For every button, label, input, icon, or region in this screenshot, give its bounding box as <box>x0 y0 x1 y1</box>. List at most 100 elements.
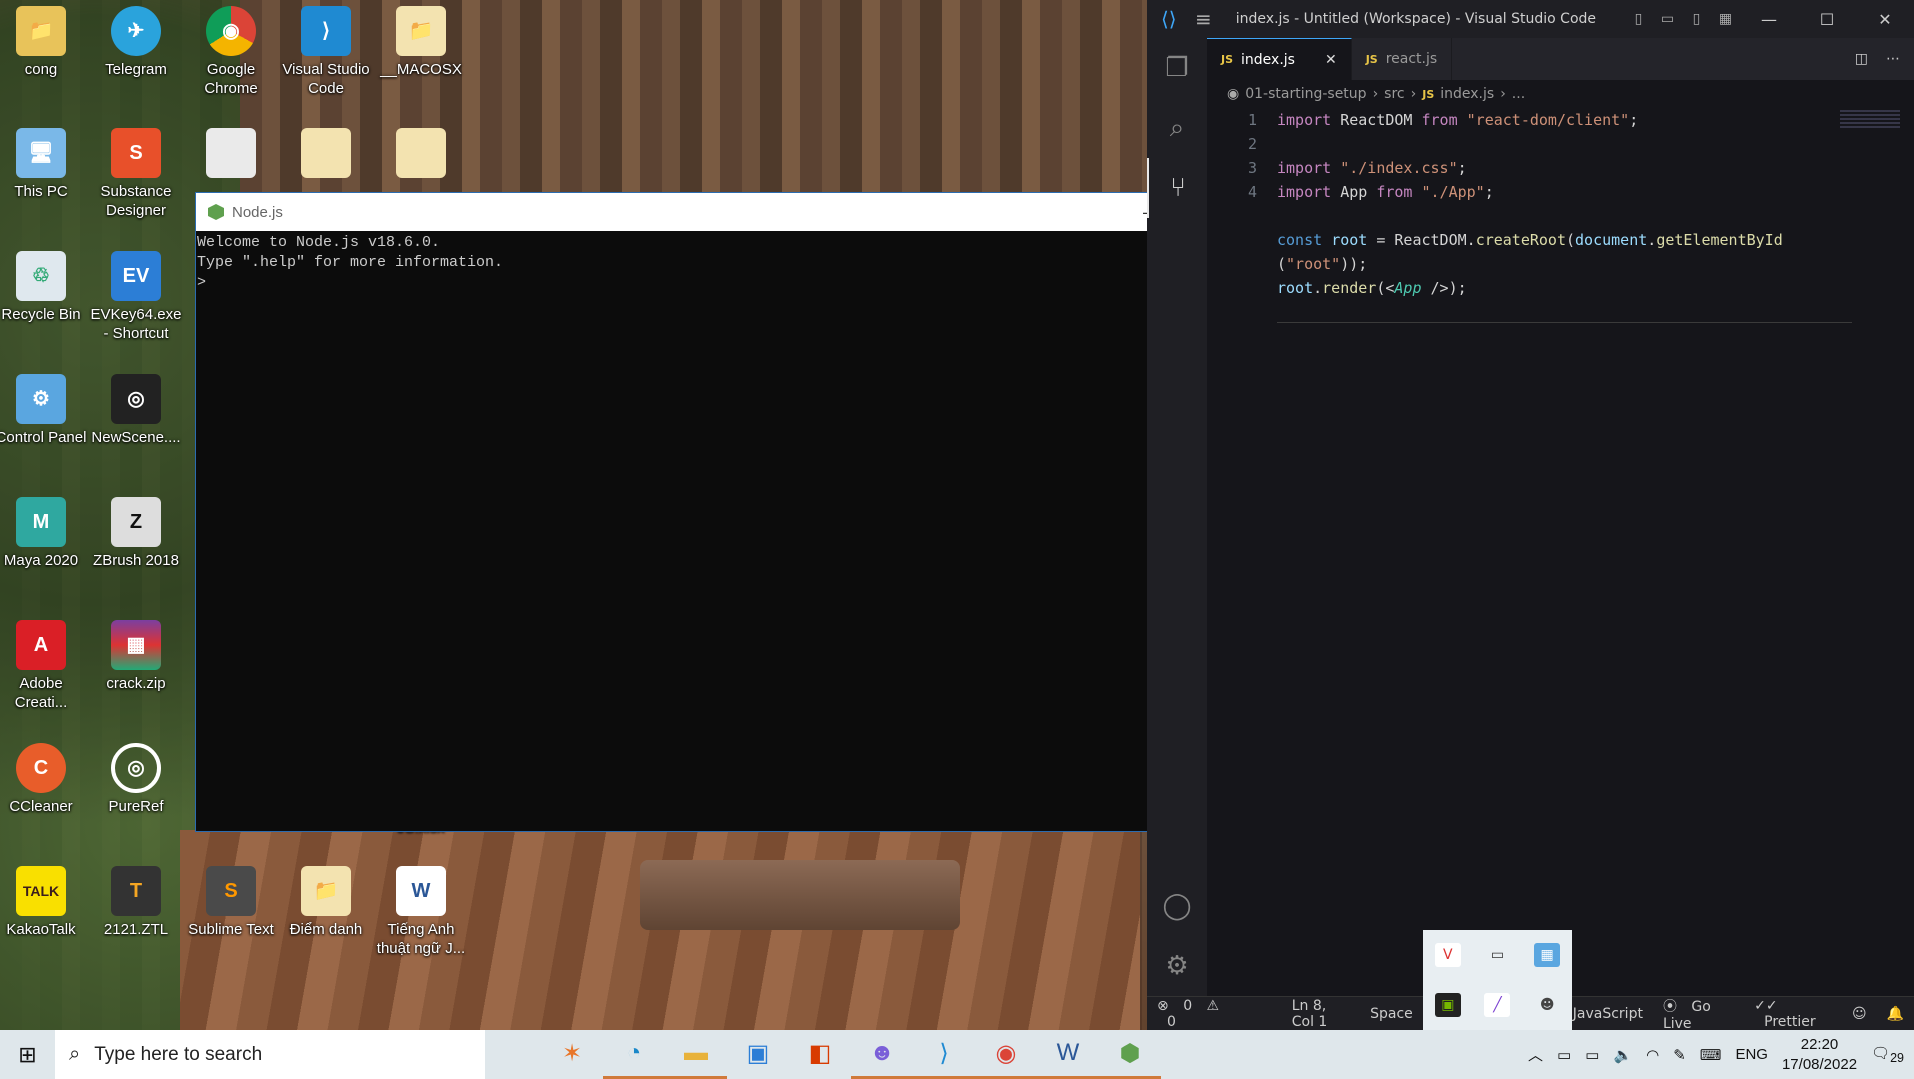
chrome-icon: ◉ <box>206 6 256 56</box>
ccleaner-icon: C <box>16 743 66 793</box>
desktop-icon-tieng-anh[interactable]: W Tiếng Anh thuật ngữ J... <box>375 860 467 958</box>
code-editor[interactable]: 1 import ReactDOM from "react-dom/client"… <box>1207 108 1914 996</box>
desktop-icon-vscode[interactable]: ⟩ Visual Studio Code <box>280 0 372 98</box>
source-control-icon[interactable]: ⑂ <box>1147 158 1207 218</box>
explorer-icon[interactable]: ❐ <box>1147 38 1207 98</box>
notifications-bell-icon[interactable]: 🔔 <box>1877 1006 1914 1022</box>
wifi-icon[interactable]: ◠ <box>1646 1046 1659 1064</box>
more-actions-icon[interactable]: ⋯ <box>1886 51 1900 67</box>
nodejs-console-window[interactable]: Node.js — ☐ ✕ Welcome to Node.js v18.6.0… <box>195 192 1298 832</box>
desktop-icon-control-panel[interactable]: ⚙ Control Panel <box>0 368 87 447</box>
language-mode[interactable]: JavaScript <box>1563 1006 1653 1022</box>
desktop-icon-this-pc[interactable]: 🖥 This PC <box>0 122 87 201</box>
meet-now-icon[interactable]: ▭ <box>1557 1046 1571 1064</box>
windows-start-button[interactable]: ⊞ <box>0 1030 55 1079</box>
nvidia-icon[interactable]: ▣ <box>1434 993 1461 1017</box>
desktop-icon-files-1[interactable] <box>185 122 277 182</box>
split-editor-icon[interactable]: ◫ <box>1855 51 1868 67</box>
gear-icon[interactable]: ⚙ <box>1147 936 1207 996</box>
desktop-icon-files-3[interactable] <box>375 122 467 182</box>
desktop-icon-crack-zip[interactable]: ▦ crack.zip <box>90 614 182 693</box>
pen-icon[interactable]: ╱ <box>1484 993 1511 1017</box>
hamburger-menu-icon[interactable]: ≡ <box>1195 7 1212 31</box>
account-icon[interactable]: ◯ <box>1147 876 1207 936</box>
desktop-icon-diem-danh[interactable]: 📁 Điểm danh <box>280 860 372 939</box>
nodejs-icon[interactable]: ⬢ <box>1099 1030 1161 1079</box>
desktop-icon-pureref[interactable]: ◎ PureRef <box>90 737 182 816</box>
input-language[interactable]: ENG <box>1735 1046 1768 1063</box>
search-icon: ⌕ <box>69 1043 81 1065</box>
breadcrumb-item[interactable]: index.js <box>1440 86 1494 102</box>
desktop-icon-recycle-bin[interactable]: ♲ Recycle Bin <box>0 245 87 324</box>
window-titlebar[interactable]: Node.js — ☐ ✕ <box>196 193 1297 231</box>
toggle-secondary-sidebar-icon[interactable]: ▯ <box>1682 11 1711 27</box>
close-tab-icon[interactable]: ✕ <box>1325 52 1337 68</box>
discord-icon[interactable]: ☻ <box>1534 993 1560 1017</box>
desktop-icon-maya[interactable]: M Maya 2020 <box>0 491 87 570</box>
desktop-icon-substance[interactable]: S Substance Designer <box>90 122 182 220</box>
toggle-sidebar-icon[interactable]: ▯ <box>1624 11 1653 27</box>
feedback-icon[interactable]: ☺ <box>1842 1006 1877 1022</box>
maximize-button[interactable]: ☐ <box>1798 10 1856 29</box>
desktop-icon-adobe-cc[interactable]: A Adobe Creati... <box>0 614 87 712</box>
go-live-button[interactable]: ⦿ Go Live <box>1653 996 1744 1032</box>
desktop-icon-2121ztl[interactable]: T 2121.ZTL <box>90 860 182 939</box>
volume-icon[interactable]: 🔈 <box>1613 1046 1632 1064</box>
network-monitor-icon[interactable]: ▦ <box>1534 943 1561 967</box>
clock[interactable]: 22:20 17/08/2022 <box>1782 1035 1857 1075</box>
notification-center-button[interactable]: 🗨29 <box>1871 1044 1904 1065</box>
tab-index-js[interactable]: JS index.js ✕ <box>1207 38 1352 80</box>
console-output[interactable]: Welcome to Node.js v18.6.0. Type ".help" … <box>196 231 1277 831</box>
tab-react-js[interactable]: JS react.js <box>1352 38 1453 80</box>
desktop-icon-label: cong <box>24 61 58 78</box>
desktop-icon-telegram[interactable]: ✈ Telegram <box>90 0 182 79</box>
breadcrumb-item[interactable]: 01-starting-setup <box>1245 86 1366 102</box>
pen-workspace-icon[interactable]: ✎ <box>1673 1046 1686 1064</box>
minimize-button[interactable]: — <box>1740 10 1798 29</box>
discord-icon[interactable]: ☻ <box>851 1030 913 1079</box>
desktop-icon-cong[interactable]: 📁 cong <box>0 0 87 79</box>
desktop-icon-label: crack.zip <box>106 675 166 692</box>
breadcrumb-item[interactable]: src <box>1384 86 1404 102</box>
office-icon[interactable]: ◧ <box>789 1030 851 1079</box>
desktop-icon-kakaotalk[interactable]: TALK KakaoTalk <box>0 860 87 939</box>
desktop-icon-macosx[interactable]: 📁 __MACOSX <box>375 0 467 79</box>
desktop-icon-evkey[interactable]: EV EVKey64.exe - Shortcut <box>90 245 182 343</box>
desktop-icon-label: PureRef <box>108 798 164 815</box>
desktop-icon-zbrush[interactable]: Z ZBrush 2018 <box>90 491 182 570</box>
vscode-window[interactable]: ⟨⟩ ≡ index.js - Untitled (Workspace) - V… <box>1147 0 1914 1032</box>
desktop-icon-ccleaner[interactable]: C CCleaner <box>0 737 87 816</box>
edge-icon[interactable]: ◔ <box>603 1030 665 1079</box>
breadcrumb-item[interactable]: ... <box>1512 86 1525 102</box>
figure-app-icon[interactable]: ✶ <box>541 1030 603 1079</box>
current-line-highlight <box>1277 322 1852 323</box>
vscode-icon[interactable]: ⟩ <box>913 1030 975 1079</box>
word-icon[interactable]: W <box>1037 1030 1099 1079</box>
display-icon[interactable]: ▭ <box>1484 943 1510 967</box>
desktop-icon-chrome[interactable]: ◉ Google Chrome <box>185 0 277 98</box>
cursor-position[interactable]: Ln 8, Col 1 <box>1282 998 1360 1030</box>
zbrush-icon: Z <box>111 497 161 547</box>
indentation-indicator[interactable]: Space <box>1360 1006 1423 1022</box>
toggle-panel-icon[interactable]: ▭ <box>1653 11 1682 27</box>
desktop-icon-newscene[interactable]: ◎ NewScene.... <box>90 368 182 447</box>
search-icon[interactable]: ⌕ <box>1147 98 1207 158</box>
evkey-icon[interactable]: ▣ <box>727 1030 789 1079</box>
file-explorer-icon[interactable]: ▬ <box>665 1030 727 1079</box>
taskbar-search-box[interactable]: ⌕ Type here to search <box>55 1030 485 1079</box>
desktop-icon-files-2[interactable] <box>280 122 372 182</box>
desktop-icon-sublime[interactable]: S Sublime Text <box>185 860 277 939</box>
prettier-button[interactable]: ✓✓ Prettier <box>1744 998 1842 1030</box>
vscode-titlebar[interactable]: ⟨⟩ ≡ index.js - Untitled (Workspace) - V… <box>1147 0 1914 38</box>
minimap[interactable] <box>1840 110 1900 130</box>
desktop-icon-label: Maya 2020 <box>3 552 79 569</box>
customize-layout-icon[interactable]: ▦ <box>1711 11 1740 27</box>
problems-indicator[interactable]: ⊗ 0 ⚠ 0 <box>1147 998 1242 1030</box>
chrome-icon[interactable]: ◉ <box>975 1030 1037 1079</box>
wallpaper-table <box>640 860 960 930</box>
battery-icon[interactable]: ▭ <box>1585 1046 1599 1064</box>
touch-keyboard-icon[interactable]: ⌨ <box>1700 1046 1722 1064</box>
vivaldi-icon[interactable]: V <box>1434 943 1461 967</box>
chevron-up-icon[interactable]: ︿ <box>1528 1044 1543 1065</box>
close-button[interactable]: ✕ <box>1856 10 1914 29</box>
